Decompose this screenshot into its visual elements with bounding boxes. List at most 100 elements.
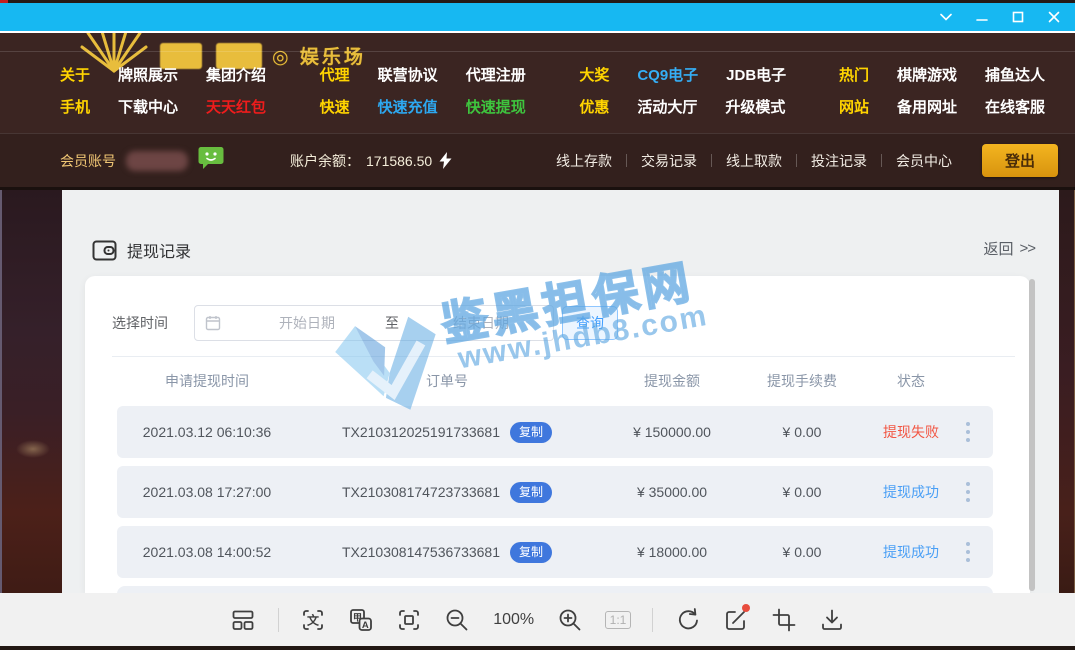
viewer-toolbar: 文 甲A 100% 1:1 <box>0 593 1075 646</box>
svg-text:文: 文 <box>307 612 320 627</box>
order-number: TX210312025191733681 <box>342 424 500 440</box>
toolbar-divider <box>278 608 279 632</box>
account-link[interactable]: 交易记录 <box>627 151 711 171</box>
background-image-right <box>1059 190 1075 593</box>
account-link[interactable]: 会员中心 <box>882 151 966 171</box>
end-date-input[interactable] <box>405 314 557 332</box>
nav-group: 手机 下载中心 天天红包 <box>60 96 278 117</box>
start-date-input[interactable] <box>231 314 383 332</box>
vertical-scrollbar[interactable] <box>1029 279 1035 591</box>
minimize-icon[interactable] <box>975 10 989 24</box>
fit-screen-icon[interactable] <box>396 606 423 633</box>
layout-panels-icon[interactable] <box>230 606 257 633</box>
filter-row: 选择时间 至 查询 <box>85 276 1030 341</box>
top-left-red-fragment <box>0 0 8 3</box>
nav-item[interactable]: 快速充值 <box>378 96 438 117</box>
edit-icon[interactable] <box>722 606 749 633</box>
nav-item[interactable]: 代理 <box>320 64 350 85</box>
nav-item[interactable]: 备用网址 <box>897 96 957 117</box>
refresh-balance-icon[interactable] <box>438 152 453 169</box>
account-link[interactable]: 投注记录 <box>797 151 881 171</box>
nav-item[interactable]: 集团介绍 <box>206 64 266 85</box>
balance-label: 账户余额： <box>290 151 360 171</box>
row-actions-menu[interactable] <box>966 422 970 442</box>
nav-item[interactable]: 升级模式 <box>725 96 785 117</box>
copy-button[interactable]: 复制 <box>510 482 552 503</box>
account-link[interactable]: 线上取款 <box>712 151 796 171</box>
search-button[interactable]: 查询 <box>562 306 618 340</box>
account-link[interactable]: 线上存款 <box>542 151 626 171</box>
actual-size-button[interactable]: 1:1 <box>605 611 632 629</box>
row-actions-menu[interactable] <box>966 542 970 562</box>
copy-button[interactable]: 复制 <box>510 422 552 443</box>
page-title: 提现记录 <box>127 238 191 262</box>
row-order: TX210308147536733681 复制 <box>297 542 597 563</box>
nav-group: 代理 联营协议 代理注册 <box>320 64 538 85</box>
main-content: 提现记录 返回>> 选择时间 至 <box>0 190 1075 593</box>
date-filter-label: 选择时间 <box>112 313 168 333</box>
translate-icon[interactable]: 甲A <box>348 606 375 633</box>
download-icon[interactable] <box>818 606 845 633</box>
nav-item[interactable]: 热门 <box>839 64 869 85</box>
nav-item[interactable]: CQ9电子 <box>637 64 698 85</box>
chevron-down-icon[interactable] <box>939 10 953 24</box>
nav-item[interactable]: JDB电子 <box>726 64 786 85</box>
rotate-right-icon[interactable] <box>674 606 701 633</box>
nav-item[interactable]: 天天红包 <box>206 96 266 117</box>
nav-group: 热门 棋牌游戏 捕鱼达人 <box>839 64 1057 85</box>
chat-message-icon[interactable] <box>198 146 224 175</box>
app-window: ◎ 娱乐场 关于牌照展示集团介绍代理联营协议代理注册大奖CQ9电子JDB电子热门… <box>0 0 1075 649</box>
row-fee: ¥ 0.00 <box>747 424 857 440</box>
nav-row-1: 关于 牌照展示 集团介绍 代理 联营协议 代理注册 大奖 CQ9电子 JDB电子 热门 棋牌游戏 捕鱼… <box>60 64 1057 85</box>
row-actions-menu[interactable] <box>966 482 970 502</box>
date-range-to-label: 至 <box>379 313 405 333</box>
row-order: TX210312025191733681 复制 <box>297 422 597 443</box>
withdrawal-records-card: 选择时间 至 查询 申请提现时间 <box>85 276 1030 593</box>
col-header-fee: 提现手续费 <box>747 371 857 391</box>
background-image-left <box>0 190 62 593</box>
balance-value: 171586.50 <box>366 153 432 169</box>
table-header-row: 申请提现时间 订单号 提现金额 提现手续费 状态 <box>85 357 1030 404</box>
nav-item[interactable]: 优惠 <box>579 96 609 117</box>
row-amount: ¥ 18000.00 <box>597 544 747 560</box>
nav-item[interactable]: 网站 <box>839 96 869 117</box>
nav-item[interactable]: 活动大厅 <box>637 96 697 117</box>
nav-item[interactable]: 在线客服 <box>985 96 1045 117</box>
col-header-order: 订单号 <box>297 371 597 391</box>
nav-item[interactable]: 捕鱼达人 <box>985 64 1045 85</box>
row-request-time: 2021.03.08 14:00:52 <box>117 544 297 560</box>
back-button[interactable]: 返回>> <box>983 238 1035 259</box>
row-amount: ¥ 35000.00 <box>597 484 747 500</box>
maximize-icon[interactable] <box>1011 10 1025 24</box>
row-request-time: 2021.03.08 17:27:00 <box>117 484 297 500</box>
nav-row-2: 手机 下载中心 天天红包 快速 快速充值 快速提现 优惠 活动大厅 升级模式 网站 备用网址 在线客服 <box>60 96 1057 117</box>
copy-button[interactable]: 复制 <box>510 542 552 563</box>
table-row: 2021.03.08 14:00:52 TX210308147536733681… <box>117 526 993 578</box>
date-range-picker[interactable]: 至 <box>194 305 554 341</box>
nav-item[interactable]: 联营协议 <box>378 64 438 85</box>
row-fee: ¥ 0.00 <box>747 544 857 560</box>
ocr-text-icon[interactable]: 文 <box>300 606 327 633</box>
row-status-badge: 提现成功 <box>857 482 965 502</box>
table-row: 2021.03.08 17:27:00 TX210308174723733681… <box>117 466 993 518</box>
close-icon[interactable] <box>1047 10 1061 24</box>
zoom-out-icon[interactable] <box>444 606 471 633</box>
nav-item[interactable]: 下载中心 <box>118 96 178 117</box>
nav-item[interactable]: 大奖 <box>579 64 609 85</box>
crop-icon[interactable] <box>770 606 797 633</box>
row-order: TX210308174723733681 复制 <box>297 482 597 503</box>
zoom-in-icon[interactable] <box>557 606 584 633</box>
row-request-time: 2021.03.12 06:10:36 <box>117 424 297 440</box>
top-strip <box>0 0 1075 3</box>
nav-item[interactable]: 手机 <box>60 96 90 117</box>
nav-item[interactable]: 快速 <box>320 96 350 117</box>
nav-item[interactable]: 牌照展示 <box>118 64 178 85</box>
nav-group: 关于 牌照展示 集团介绍 <box>60 64 278 85</box>
nav-item[interactable]: 关于 <box>60 64 90 85</box>
nav-item[interactable]: 代理注册 <box>466 64 526 85</box>
nav-item[interactable]: 棋牌游戏 <box>897 64 957 85</box>
row-fee: ¥ 0.00 <box>747 484 857 500</box>
nav-item[interactable]: 快速提现 <box>466 96 526 117</box>
zoom-level-value: 100% <box>492 611 536 629</box>
logout-button[interactable]: 登出 <box>982 144 1058 177</box>
